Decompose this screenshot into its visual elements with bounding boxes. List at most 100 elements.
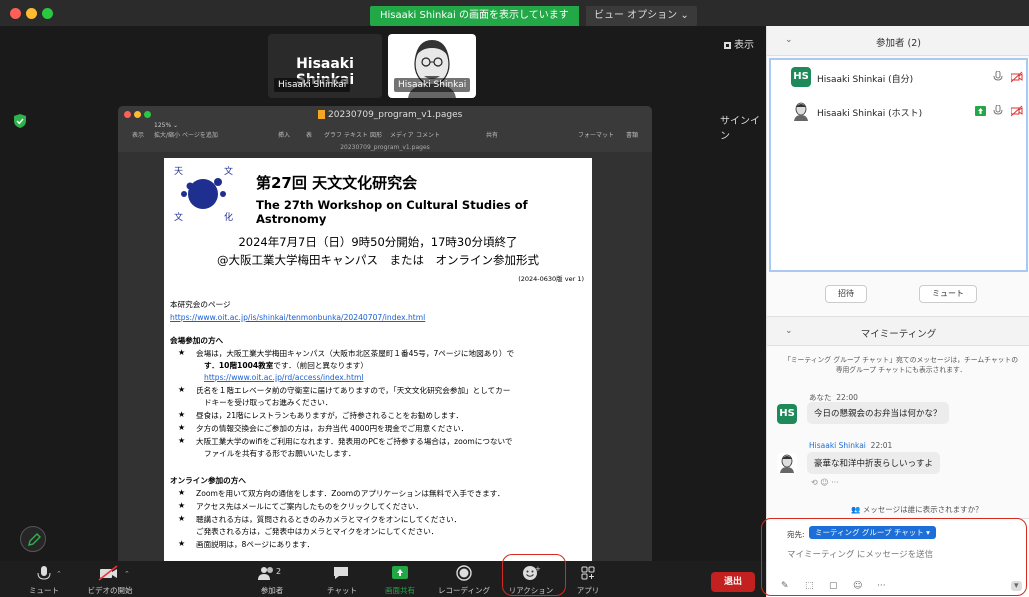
close-window-button[interactable] xyxy=(10,8,21,19)
participants-list: HS Hisaaki Shinkai (自分) Hisaaki Shinkai … xyxy=(769,58,1028,272)
onsite-item-5b: ファイルを共有する形でお願いいたします． xyxy=(204,449,356,458)
tile-name-tag: Hisaaki Shinkai xyxy=(274,78,351,92)
doc-tool[interactable]: 共有 xyxy=(486,130,498,139)
share-screen-button[interactable]: 画面共有 xyxy=(378,561,422,597)
doc-tool[interactable]: 書類 xyxy=(626,130,638,139)
microphone-icon[interactable] xyxy=(993,71,1003,83)
video-tile-name[interactable]: Hisaaki Shinkai Hisaaki Shinkai xyxy=(268,34,382,98)
bullet-star-icon: ★ xyxy=(178,423,186,432)
doc-tool[interactable]: コメント xyxy=(416,130,440,139)
tile-name-tag: Hisaaki Shinkai xyxy=(394,78,471,92)
annotate-button[interactable] xyxy=(20,526,46,552)
message-bubble[interactable]: 今日の懇親会のお弁当は何かな？ xyxy=(807,402,949,424)
onsite-item-2a: 氏名を１階エレベータ前の守衛室に届けてありますので，「天文文化研究会参加」として… xyxy=(196,386,511,395)
chat-label: チャット xyxy=(327,586,357,595)
doc-tool[interactable]: メディア xyxy=(390,130,414,139)
message-time: 22:01 xyxy=(870,441,893,450)
reply-icon[interactable]: ⟲ xyxy=(811,478,818,487)
message-sender-name: あなた xyxy=(809,393,832,402)
title-bar: Hisaaki Shinkai の画面を表示しています ビュー オプション ⌄ xyxy=(0,0,1029,26)
side-panel: ⌄ 参加者 (2) HS Hisaaki Shinkai (自分) Hisaak… xyxy=(766,26,1029,597)
mute-button[interactable]: ⌃ ミュート xyxy=(22,561,66,597)
mute-label: ミュート xyxy=(29,586,59,595)
message-bubble[interactable]: 豪華な和洋中折衷らしいっすよ xyxy=(807,452,941,474)
event-place: @大阪工業大学梅田キャンパス または オンライン参加形式 xyxy=(217,253,539,267)
who-sees-messages-link[interactable]: 👥 メッセージは誰に表示されますか？ xyxy=(851,504,983,515)
apps-button[interactable]: アプリ xyxy=(566,561,610,597)
event-date: 2024年7月7日（日）9時50分開始，17時30分頃終了 xyxy=(238,235,518,249)
view-button[interactable]: 表示 xyxy=(724,36,754,51)
security-shield-icon[interactable] xyxy=(14,114,26,128)
onsite-item-1b: す．10階1004教室です．（前回と異なります） xyxy=(204,361,368,371)
online-item-3b: ご発表される方は，ご発表中はカメラとマイクをオンにしてください． xyxy=(196,527,439,536)
meeting-area: Hisaaki Shinkai Hisaaki Shinkai Hisaaki … xyxy=(0,26,766,586)
zoom-level-select[interactable]: 125% ⌄ xyxy=(154,122,178,129)
participant-name: Hisaaki Shinkai (ホスト) xyxy=(817,109,923,119)
minimize-window-button[interactable] xyxy=(26,8,37,19)
doc-tool[interactable]: 挿入 xyxy=(278,130,290,139)
homepage-label: 本研究会のページ xyxy=(170,300,231,309)
online-heading: オンライン参加の方へ xyxy=(170,476,246,485)
chat-header: ⌄ マイミーティング xyxy=(767,316,1029,346)
invite-button[interactable]: 招待 xyxy=(825,285,867,303)
doc-minimize-button[interactable] xyxy=(134,111,141,118)
document-version: (2024-0630版 ver 1) xyxy=(518,275,584,283)
bullet-star-icon: ★ xyxy=(178,539,186,548)
signin-button[interactable]: サインイン xyxy=(720,112,766,142)
bullet-star-icon: ★ xyxy=(178,488,186,497)
view-options-button[interactable]: ビュー オプション ⌄ xyxy=(586,6,697,26)
bullet-star-icon: ★ xyxy=(178,410,186,419)
avatar xyxy=(777,453,797,473)
doc-tool[interactable]: テキスト xyxy=(344,130,368,139)
participant-row[interactable]: Hisaaki Shinkai (ホスト) xyxy=(771,98,1026,124)
pages-file-icon xyxy=(318,110,325,119)
message-time: 22:00 xyxy=(836,393,858,402)
avatar: HS xyxy=(791,67,811,87)
doc-tool[interactable]: 図形 xyxy=(370,130,382,139)
doc-tool[interactable]: 表示 xyxy=(132,130,144,139)
participants-title: 参加者 (2) xyxy=(876,38,921,49)
doc-tool[interactable]: 拡大/縮小 xyxy=(154,130,180,139)
apps-icon xyxy=(581,566,595,580)
microphone-icon[interactable] xyxy=(993,105,1003,117)
svg-text:⌃: ⌃ xyxy=(124,570,130,578)
access-link[interactable]: https://www.oit.ac.jp/rd/access/index.ht… xyxy=(204,373,363,383)
homepage-link[interactable]: https://www.oit.ac.jp/is/shinkai/tenmonb… xyxy=(170,313,425,323)
emoji-icon[interactable]: ☺ xyxy=(820,478,828,487)
leave-meeting-button[interactable]: 退出 xyxy=(711,572,755,592)
video-off-icon[interactable] xyxy=(1011,105,1023,117)
microphone-icon: ⌃ xyxy=(37,566,62,580)
more-icon[interactable]: ··· xyxy=(831,478,839,487)
logo-char: 文 xyxy=(174,211,183,222)
chat-input-highlight-box xyxy=(761,518,1027,596)
document-toolbar: 20230709_program_v1.pages 125% ⌄ 表示 拡大/縮… xyxy=(118,106,652,152)
reactions-highlight-box xyxy=(502,554,566,596)
doc-tool[interactable]: 表 xyxy=(306,130,312,139)
doc-tool[interactable]: フォーマット xyxy=(578,130,614,139)
video-off-icon[interactable] xyxy=(1011,71,1023,83)
record-button[interactable]: レコーディング xyxy=(434,561,494,597)
document-page: 天 文 文 化 第27回 天文文化研究会 The 27th Workshop o… xyxy=(164,158,592,586)
document-title: 20230709_program_v1.pages xyxy=(318,110,462,120)
onsite-item-5a: 大阪工業大学のwifiをご利用になれます．発表用のPCをご持参する場合は，zoo… xyxy=(196,437,513,446)
document-title-en: The 27th Workshop on Cultural Studies of… xyxy=(256,198,528,226)
bullet-star-icon: ★ xyxy=(178,385,186,394)
message-actions[interactable]: ⟲ ☺ ··· xyxy=(811,478,839,487)
onsite-item-1a: 会場は，大阪工業大学梅田キャンパス（大阪市北区茶屋町１番45号，7ページに地図あ… xyxy=(196,349,515,358)
bullet-star-icon: ★ xyxy=(178,348,186,357)
doc-tool[interactable]: グラフ xyxy=(324,130,342,139)
mute-all-button[interactable]: ミュート xyxy=(919,285,977,303)
zoom-window-button[interactable] xyxy=(42,8,53,19)
onsite-item-4: 夕方の情報交換会にご参加の方は，お弁当代 4000円を現金でご用意ください． xyxy=(196,424,469,433)
participant-row[interactable]: HS Hisaaki Shinkai (自分) xyxy=(771,64,1026,90)
participants-button[interactable]: 2 参加者 xyxy=(250,561,294,597)
video-tile-avatar[interactable]: Hisaaki Shinkai xyxy=(388,34,476,98)
start-video-button[interactable]: ⌃ ビデオの開始 xyxy=(80,561,140,597)
doc-zoom-button[interactable] xyxy=(144,111,151,118)
onsite-room-note: です．（前回と異なります） xyxy=(273,361,368,370)
doc-tool[interactable]: ページを追加 xyxy=(182,130,218,139)
chat-notice: 「ミーティング グループ チャット」宛てのメッセージは，チームチャットの専用グル… xyxy=(783,356,1019,374)
doc-close-button[interactable] xyxy=(124,111,131,118)
onsite-item-3: 昼食は，21階にレストランもありますが，ご持参されることをお勧めします． xyxy=(196,411,464,420)
chat-button[interactable]: チャット xyxy=(320,561,364,597)
